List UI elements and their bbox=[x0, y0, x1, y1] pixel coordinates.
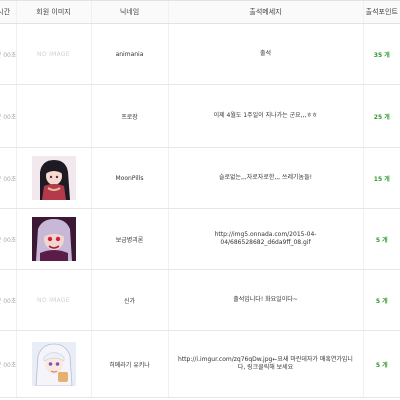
member-avatar-image[interactable] bbox=[31, 342, 76, 386]
table-row: 9분 00초 NO IMAGE 신가 출석입니다! 화요일이다~ 5 개 bbox=[0, 269, 400, 331]
table-header-row: 시간 회원 이미지 닉네임 출석메세지 출석포인트 bbox=[0, 0, 400, 24]
member-image-cell: NO IMAGE bbox=[15, 23, 91, 85]
member-image-cell bbox=[15, 147, 91, 209]
table-row: 9분 00초 NO IMAGE animania 출석 35 개 bbox=[0, 23, 400, 85]
member-image-cell: NO IMAGE bbox=[15, 269, 91, 331]
attendance-page: 시간 회원 이미지 닉네임 출석메세지 출석포인트 9분 00초 NO IMAG… bbox=[0, 0, 400, 400]
table-row: 9분 00초 보금병괴론 http://img5.onnada.com/2015 bbox=[0, 208, 400, 270]
no-image-placeholder: NO IMAGE bbox=[37, 296, 70, 304]
row-time: 9분 00초 bbox=[0, 208, 16, 270]
table-row: 9분 00초 MoonPills 슬로없는,,,자로자로한,,, 쓰레기놈들! bbox=[0, 147, 400, 209]
member-image-cell bbox=[15, 208, 91, 270]
table-row: 9분 00초 프로장 이제 4월도 1주일이 지나가는 군요,,,ㅎㅎ 25 개 bbox=[0, 84, 400, 148]
row-time: 9분 00초 bbox=[0, 330, 16, 398]
attendance-points: 5 개 bbox=[362, 330, 400, 398]
header-nickname: 닉네임 bbox=[90, 0, 168, 24]
row-time: 9분 00초 bbox=[0, 84, 16, 148]
attendance-message[interactable]: http://img5.onnada.com/2015-04-04/686528… bbox=[167, 208, 363, 270]
member-image-cell bbox=[15, 330, 91, 398]
attendance-message: 슬로없는,,,자로자로한,,, 쓰레기놈들! bbox=[167, 147, 363, 209]
row-time: 9분 00초 bbox=[0, 269, 16, 331]
header-member-image: 회원 이미지 bbox=[15, 0, 91, 24]
attendance-points: 15 개 bbox=[362, 147, 400, 209]
header-time: 시간 bbox=[0, 0, 16, 24]
attendance-message[interactable]: http://i.imgur.com/zq76qDw.jpg←요새 마린데자가 … bbox=[167, 330, 363, 398]
attendance-points: 5 개 bbox=[362, 269, 400, 331]
no-image-placeholder: NO IMAGE bbox=[37, 50, 70, 58]
row-time: 9분 00초 bbox=[0, 23, 16, 85]
attendance-message: 출석 bbox=[167, 23, 363, 85]
attendance-table: 시간 회원 이미지 닉네임 출석메세지 출석포인트 9분 00초 NO IMAG… bbox=[0, 0, 400, 398]
attendance-message: 출석입니다! 화요일이다~ bbox=[167, 269, 363, 331]
table-row: 9분 00초 히메라기 유키나 http://i.im bbox=[0, 330, 400, 398]
header-attendance-points: 출석포인트 bbox=[362, 0, 400, 24]
member-nickname[interactable]: 보금병괴론 bbox=[90, 208, 168, 270]
member-nickname[interactable]: 히메라기 유키나 bbox=[90, 330, 168, 398]
member-nickname[interactable]: animania bbox=[90, 23, 168, 85]
member-image-cell bbox=[15, 84, 91, 148]
member-avatar-image[interactable] bbox=[31, 217, 76, 261]
attendance-points: 35 개 bbox=[362, 23, 400, 85]
member-nickname[interactable]: 프로장 bbox=[90, 84, 168, 148]
row-time: 9분 00초 bbox=[0, 147, 16, 209]
attendance-points: 5 개 bbox=[362, 208, 400, 270]
attendance-message: 이제 4월도 1주일이 지나가는 군요,,,ㅎㅎ bbox=[167, 84, 363, 148]
header-attendance-message: 출석메세지 bbox=[167, 0, 363, 24]
member-avatar-image[interactable] bbox=[31, 156, 76, 200]
member-nickname[interactable]: MoonPills bbox=[90, 147, 168, 209]
attendance-points: 25 개 bbox=[362, 84, 400, 148]
member-nickname[interactable]: 신가 bbox=[90, 269, 168, 331]
